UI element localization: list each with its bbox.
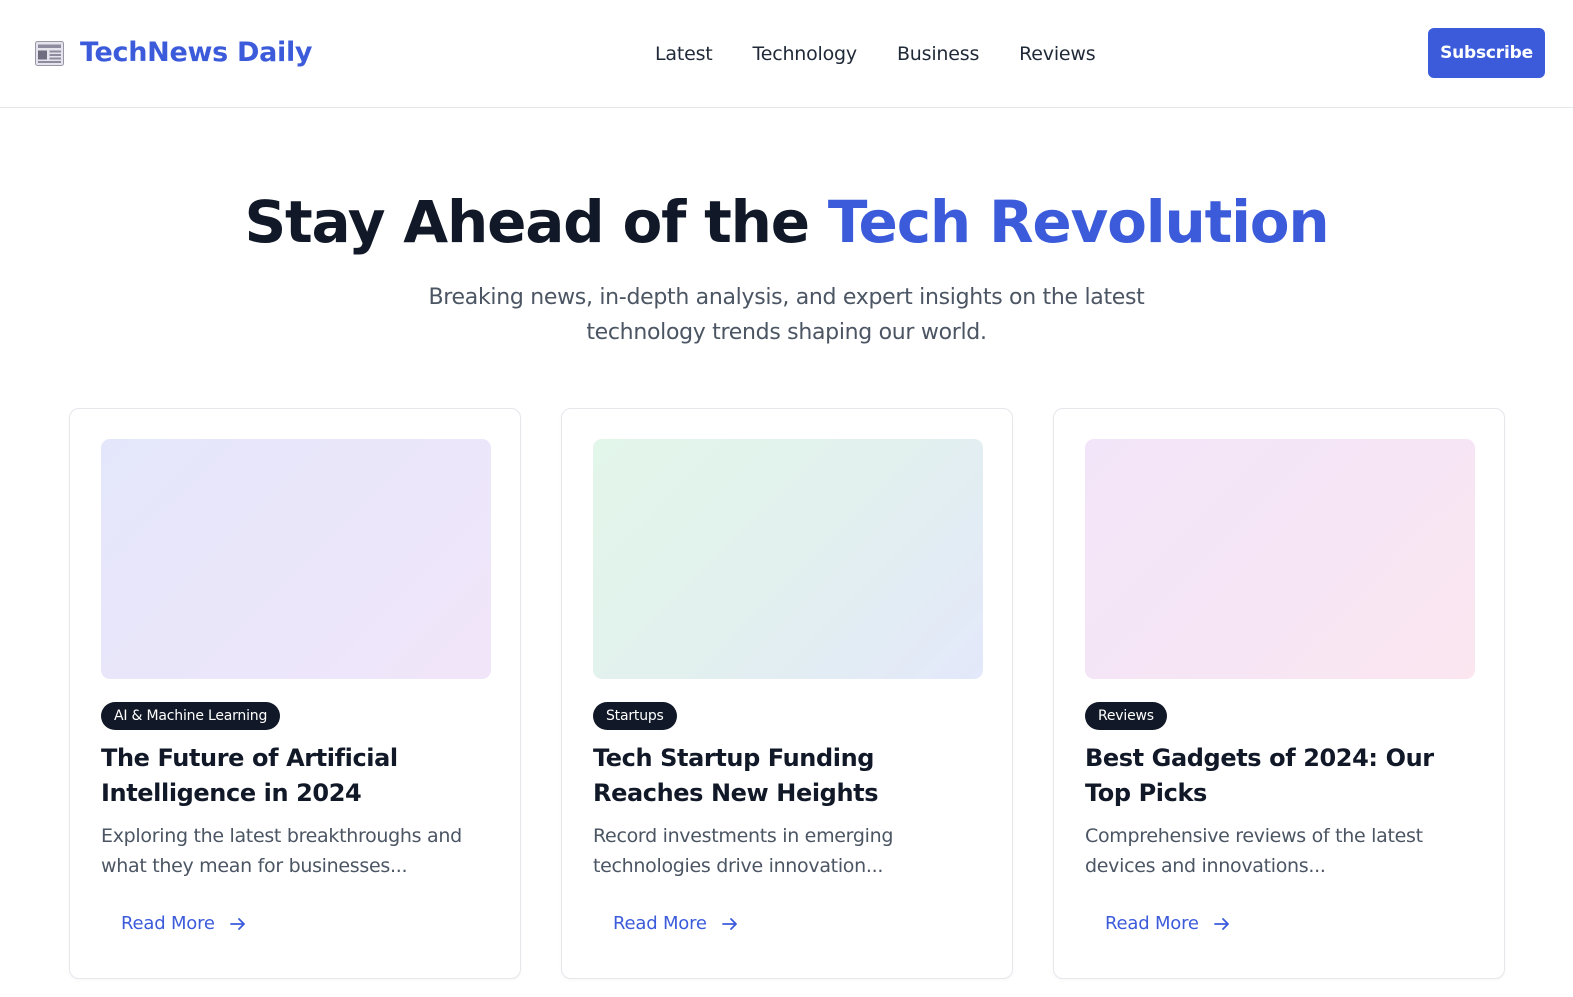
article-excerpt: Comprehensive reviews of the latest devi… [1085, 825, 1423, 877]
subscribe-button[interactable]: Subscribe [1428, 28, 1545, 78]
category-badge: Startups [593, 702, 677, 730]
read-more-label: Read More [1105, 913, 1199, 934]
arrow-right-icon [1213, 918, 1229, 930]
read-more-link[interactable]: Read More [1105, 909, 1231, 939]
brand-logo[interactable]: TechNews Daily [35, 33, 313, 73]
hero-title-main: Stay Ahead of the [244, 188, 828, 256]
arrow-right-icon [229, 918, 245, 930]
category-badge: Reviews [1085, 702, 1167, 730]
article-card-ai[interactable]: AI & Machine Learning The Future of Arti… [69, 408, 521, 979]
article-card-startups[interactable]: Startups Tech Startup Funding Reaches Ne… [561, 408, 1013, 979]
read-more-label: Read More [613, 913, 707, 934]
category-badge: AI & Machine Learning [101, 702, 281, 730]
article-excerpt: Record investments in emerging technolog… [593, 825, 894, 877]
read-more-link[interactable]: Read More [121, 909, 247, 939]
article-title[interactable]: Tech Startup Funding Reaches New Heights [593, 741, 985, 811]
read-more-link[interactable]: Read More [613, 909, 739, 939]
nav-technology[interactable]: Technology [753, 40, 858, 68]
hero-title: Stay Ahead of the Tech Revolution [0, 186, 1573, 258]
article-image [1085, 439, 1475, 679]
brand-name: TechNews Daily [80, 37, 313, 68]
newspaper-icon [35, 40, 64, 66]
article-card-reviews[interactable]: Reviews Best Gadgets of 2024: Our Top Pi… [1053, 408, 1505, 979]
article-title[interactable]: Best Gadgets of 2024: Our Top Picks [1085, 741, 1477, 811]
article-excerpt: Exploring the latest breakthroughs and w… [101, 825, 462, 877]
site-header: TechNews Daily Latest Technology Busines… [0, 0, 1573, 108]
article-title[interactable]: The Future of Artificial Intelligence in… [101, 741, 493, 811]
read-more-label: Read More [121, 913, 215, 934]
nav-latest[interactable]: Latest [655, 40, 713, 68]
nav-business[interactable]: Business [897, 40, 979, 68]
main-nav: Latest Technology Business Reviews [655, 40, 1096, 68]
hero-title-accent: Tech Revolution [827, 188, 1330, 256]
article-image [101, 439, 491, 679]
hero-subtitle: Breaking news, in-depth analysis, and ex… [428, 285, 1145, 345]
arrow-right-icon [721, 918, 737, 930]
nav-reviews[interactable]: Reviews [1019, 40, 1095, 68]
article-image [593, 439, 983, 679]
